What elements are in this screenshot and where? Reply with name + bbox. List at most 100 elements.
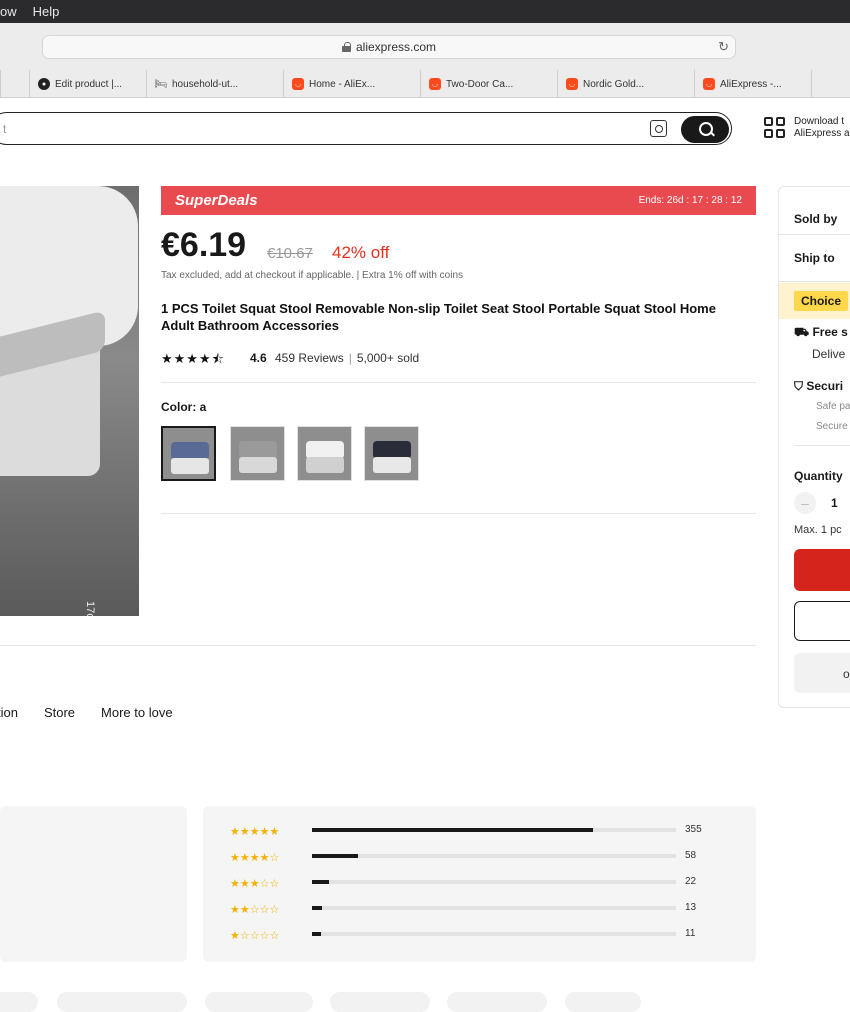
security-text: Securi — [806, 379, 844, 393]
rating-count: 22 — [685, 876, 697, 887]
review-filter-pill[interactable] — [330, 992, 430, 1012]
tab-nordic-gold[interactable]: ◡ Nordic Gold... — [557, 70, 694, 98]
rating-bar-fill — [312, 828, 594, 832]
security-label: ⛉ Securi — [794, 379, 843, 394]
product-image[interactable]: 17cm 25cm — [0, 186, 139, 616]
rating-bar — [312, 880, 676, 884]
wishlist-label: o — [843, 667, 850, 681]
browser-chrome: aliexpress.com ↻ ● Edit product |... 🛏 hou… — [0, 23, 850, 98]
tab-more-to-love[interactable]: More to love — [101, 705, 173, 720]
rating-row-stars: ★★★★★ — [230, 825, 280, 838]
free-shipping-label: ⛟ Free s — [794, 325, 848, 341]
wishlist-button[interactable]: o — [794, 653, 850, 693]
aliexpress-icon: ◡ — [429, 78, 441, 90]
review-count[interactable]: 459 Reviews — [275, 351, 344, 365]
review-filter-pill[interactable] — [57, 992, 187, 1012]
tax-note: Tax excluded, add at checkout if applica… — [161, 270, 464, 281]
product-nav-tabs: tion Store More to love — [0, 705, 199, 720]
search-placeholder: t — [3, 121, 7, 136]
rating-stars: ★★★★⯪ — [161, 351, 225, 366]
qr-code-icon[interactable] — [764, 117, 786, 139]
rating-breakdown-panel: ★★★★★ 355 ★★★★☆ 58 ★★★☆☆ 22 ★★☆☆☆ 13 ★☆☆☆☆ 11 — [203, 806, 756, 962]
reload-icon[interactable]: ↻ — [718, 39, 729, 55]
bed-icon: 🛏 — [154, 78, 168, 90]
sold-by-label: Sold by — [794, 212, 838, 226]
search-input[interactable]: t — [0, 112, 732, 145]
search-button[interactable] — [681, 116, 729, 143]
tab-two-door[interactable]: ◡ Two-Door Ca... — [420, 70, 557, 98]
review-summary[interactable]: 459 Reviews | 5,000+ sold — [275, 351, 419, 365]
menu-help[interactable]: Help — [33, 4, 60, 19]
rating-row[interactable]: ★★★☆☆ 22 — [230, 876, 696, 890]
color-swatch[interactable] — [230, 426, 285, 481]
original-price: €10.67 — [267, 245, 313, 262]
review-filter-pill[interactable] — [205, 992, 313, 1012]
divider — [0, 645, 756, 646]
swatch-stool-base — [373, 457, 411, 473]
review-filter-pill[interactable] — [0, 992, 38, 1012]
current-price: €6.19 — [161, 226, 247, 264]
aliexpress-icon: ◡ — [703, 78, 715, 90]
aliexpress-icon: ◡ — [566, 78, 578, 90]
rating-row[interactable]: ★★★★☆ 58 — [230, 850, 696, 864]
quantity-minus-button[interactable]: – — [794, 492, 816, 514]
tab-aliexpress[interactable]: ◡ AliExpress -... — [694, 70, 811, 98]
delivery-text: Delive — [812, 347, 846, 361]
discount-label: 42% off — [332, 243, 390, 262]
purchase-sidebar: Sold by Ship to Choice ⛟ Free s Delive ⛉… — [778, 186, 850, 708]
lock-icon — [341, 42, 351, 52]
quantity-value[interactable]: 1 — [831, 496, 838, 510]
ship-to-label[interactable]: Ship to — [794, 251, 835, 265]
rating-bar — [312, 828, 676, 832]
safe-payments-text: Safe pa — [816, 401, 850, 412]
divider — [779, 281, 850, 282]
address-bar[interactable]: aliexpress.com ↻ — [42, 35, 736, 59]
swatch-stool-base — [239, 457, 277, 473]
rating-row-stars: ★★★★☆ — [230, 851, 280, 864]
sold-count: 5,000+ sold — [356, 351, 420, 365]
camera-search-icon[interactable] — [650, 120, 667, 137]
tab-label: Two-Door Ca... — [446, 78, 514, 90]
tab-store[interactable]: Store — [44, 705, 75, 720]
rating-bar — [312, 854, 676, 858]
tab-partial[interactable] — [0, 70, 29, 98]
rating-bar — [312, 932, 676, 936]
product-title: 1 PCS Toilet Squat Stool Removable Non-s… — [161, 301, 716, 333]
divider — [794, 445, 850, 446]
tab-bar: ● Edit product |... 🛏 household-ut... ◡ Hom… — [0, 70, 850, 98]
add-to-cart-button[interactable] — [794, 601, 850, 641]
tab-label: household-ut... — [172, 78, 239, 90]
divider — [161, 513, 756, 514]
tab-aliexpress-home[interactable]: ◡ Home - AliEx... — [283, 70, 420, 98]
review-filter-pill[interactable] — [447, 992, 547, 1012]
download-app-link[interactable]: Download t AliExpress a — [794, 116, 850, 140]
color-swatch[interactable] — [161, 426, 216, 481]
color-swatch[interactable] — [364, 426, 419, 481]
mac-menubar: ow Help — [0, 0, 850, 23]
choice-badge: Choice — [794, 291, 848, 311]
rating-row-stars: ★☆☆☆☆ — [230, 929, 280, 942]
rating-row[interactable]: ★☆☆☆☆ 11 — [230, 928, 695, 942]
buy-now-button[interactable] — [794, 549, 850, 591]
rating-value: 4.6 — [250, 351, 267, 365]
github-icon: ● — [38, 78, 50, 90]
rating-bar-fill — [312, 906, 323, 910]
rating-bar-fill — [312, 932, 321, 936]
tab-household[interactable]: 🛏 household-ut... — [146, 70, 283, 98]
tab-empty[interactable] — [811, 70, 850, 98]
tab-label: AliExpress -... — [720, 78, 782, 90]
rating-count: 13 — [685, 902, 697, 913]
max-quantity-text: Max. 1 pc — [794, 524, 842, 536]
swatch-stool-base — [306, 457, 344, 473]
rating-row[interactable]: ★★★★★ 355 — [230, 824, 702, 838]
color-swatch[interactable] — [297, 426, 352, 481]
menu-window[interactable]: ow — [0, 4, 17, 19]
tab-github[interactable]: ● Edit product |... — [29, 70, 146, 98]
tab-label: Nordic Gold... — [583, 78, 645, 90]
rating-row-stars: ★★★☆☆ — [230, 877, 280, 890]
secure-privacy-text: Secure — [816, 421, 848, 432]
rating-row[interactable]: ★★☆☆☆ 13 — [230, 902, 696, 916]
rating-row-stars: ★★☆☆☆ — [230, 903, 280, 916]
review-filter-pill[interactable] — [565, 992, 641, 1012]
tab-description[interactable]: tion — [0, 705, 18, 720]
